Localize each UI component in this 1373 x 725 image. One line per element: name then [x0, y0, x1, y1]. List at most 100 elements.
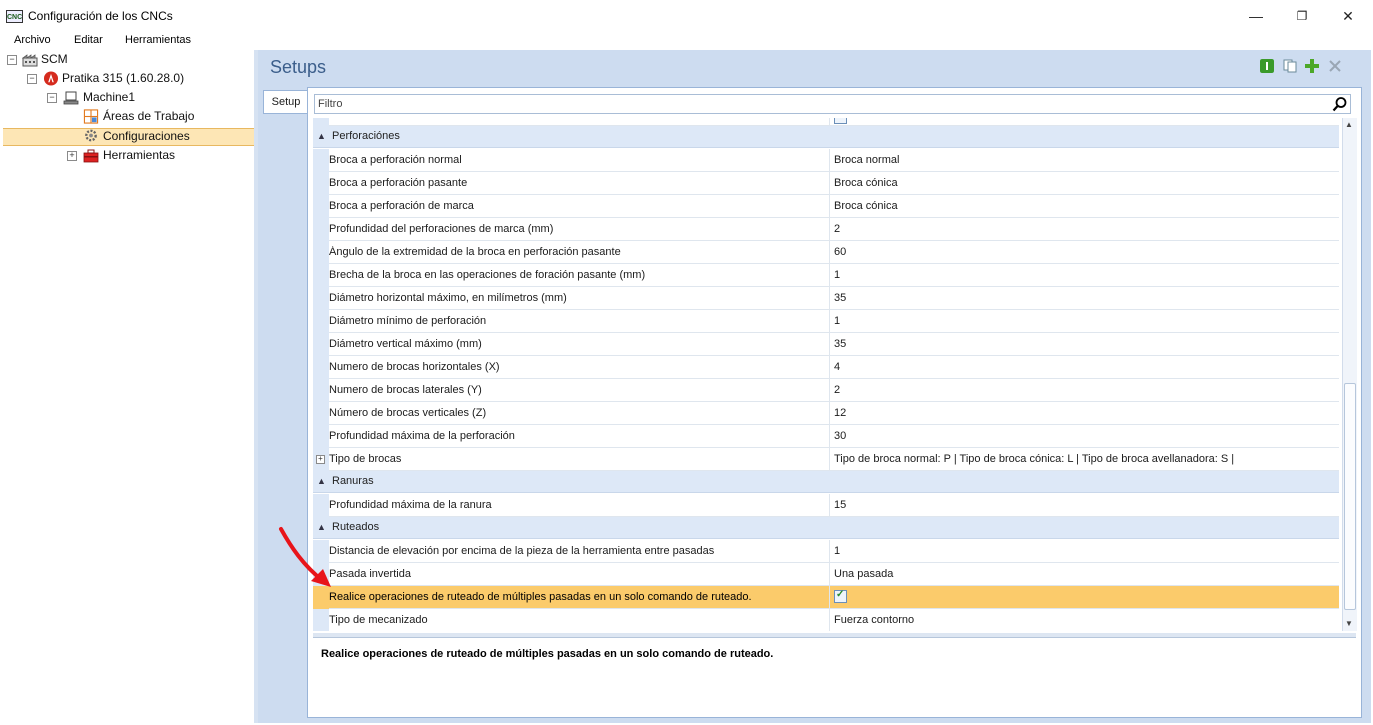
tree-node-machine1[interactable]: Machine1	[83, 88, 135, 106]
tree-node-work-areas[interactable]: Áreas de Trabajo	[103, 107, 194, 125]
property-value[interactable]: Tipo de broca normal: P | Tipo de broca …	[834, 453, 1234, 465]
category-label: Ranuras	[332, 475, 374, 487]
property-value[interactable]: Broca cónica	[834, 200, 898, 212]
collapse-pratika-icon[interactable]: −	[27, 74, 37, 84]
collapse-scm-icon[interactable]: −	[7, 55, 17, 65]
property-row[interactable]: Tipo de mecanizado Fuerza contorno	[313, 609, 1339, 631]
scroll-up-icon[interactable]: ▲	[1345, 120, 1353, 129]
property-name: Brecha de la broca en las operaciones de…	[329, 269, 646, 281]
category-perforaciones[interactable]: ▲ Perforaciónes	[313, 126, 1339, 148]
tab-setup[interactable]: Setup	[263, 90, 308, 114]
vertical-scrollbar[interactable]: ▲ ▼	[1342, 118, 1357, 631]
property-value[interactable]: 12	[834, 407, 846, 419]
collapse-chevron-icon[interactable]: ▲	[317, 131, 326, 141]
row-margin	[313, 379, 329, 402]
property-value[interactable]: 1	[834, 545, 840, 557]
pratika-logo-icon	[43, 71, 59, 86]
close-button[interactable]: ✕	[1325, 0, 1371, 33]
property-row[interactable]: Profundidad del perforaciones de marca (…	[313, 218, 1339, 241]
property-value[interactable]: 30	[834, 430, 846, 442]
configuration-tree: − SCM − Pratika 315 (1.60.28.0) − Machin…	[3, 50, 255, 723]
property-name: Broca a perforación normal	[329, 154, 462, 166]
column-divider	[829, 264, 830, 287]
machine-icon	[63, 91, 79, 105]
category-ruteados[interactable]: ▲ Ruteados	[313, 517, 1339, 539]
collapse-chevron-icon[interactable]: ▲	[317, 476, 326, 486]
cnc-app-icon: CNC	[6, 10, 23, 23]
property-value[interactable]: 35	[834, 338, 846, 350]
row-margin	[313, 494, 329, 517]
row-margin	[313, 287, 329, 310]
property-grid: ▲ Perforaciónes Broca a perforación norm…	[313, 118, 1339, 631]
expand-row-icon[interactable]: +	[316, 455, 325, 464]
property-value[interactable]: Una pasada	[834, 568, 893, 580]
menu-herramientas[interactable]: Herramientas	[125, 34, 191, 46]
property-row[interactable]: Broca a perforación pasante Broca cónica	[313, 172, 1339, 195]
menu-archivo[interactable]: Archivo	[14, 34, 51, 46]
menu-editar[interactable]: Editar	[74, 34, 103, 46]
property-row[interactable]: Broca a perforación normal Broca normal	[313, 149, 1339, 172]
checkmark-icon: ✓	[836, 589, 845, 600]
property-name: Broca a perforación pasante	[329, 177, 468, 189]
property-value[interactable]: 2	[834, 384, 840, 396]
property-row[interactable]: + Tipo de brocas Tipo de broca normal: P |…	[313, 448, 1339, 471]
row-margin	[313, 172, 329, 195]
property-row[interactable]	[313, 118, 1339, 126]
property-value[interactable]: 2	[834, 223, 840, 235]
property-row[interactable]: Broca a perforación de marca Broca cónica	[313, 195, 1339, 218]
scrollbar-thumb[interactable]	[1344, 383, 1356, 610]
property-name: Numero de brocas horizontales (X)	[329, 361, 500, 373]
column-divider	[829, 195, 830, 218]
property-value[interactable]: 35	[834, 292, 846, 304]
property-row[interactable]: Numero de brocas laterales (Y) 2	[313, 379, 1339, 402]
copy-icon[interactable]	[1283, 59, 1297, 73]
checkbox[interactable]	[834, 118, 847, 124]
delete-icon[interactable]	[1328, 59, 1342, 73]
property-value[interactable]: 60	[834, 246, 846, 258]
scroll-down-icon[interactable]: ▼	[1345, 619, 1353, 628]
property-row[interactable]: Realice operaciones de ruteado de múltip…	[313, 586, 1339, 609]
collapse-machine-icon[interactable]: −	[47, 93, 57, 103]
info-icon[interactable]	[1260, 59, 1274, 73]
row-margin	[313, 218, 329, 241]
property-row[interactable]: Diámetro vertical máximo (mm) 35	[313, 333, 1339, 356]
tree-node-herramientas[interactable]: Herramientas	[103, 146, 175, 164]
tree-node-scm[interactable]: SCM	[41, 50, 68, 68]
property-value[interactable]: 1	[834, 269, 840, 281]
category-ranuras[interactable]: ▲ Ranuras	[313, 471, 1339, 493]
tree-node-configuraciones[interactable]: Configuraciones	[103, 127, 190, 145]
tree-node-pratika[interactable]: Pratika 315 (1.60.28.0)	[62, 69, 184, 87]
search-icon[interactable]	[1332, 96, 1348, 112]
property-value[interactable]: 4	[834, 361, 840, 373]
property-row[interactable]: Número de brocas verticales (Z) 12	[313, 402, 1339, 425]
checkbox-checked[interactable]: ✓	[834, 589, 847, 603]
work-areas-icon	[83, 109, 99, 124]
property-row[interactable]: Distancia de elevación por encima de la …	[313, 540, 1339, 563]
property-row[interactable]: Numero de brocas horizontales (X) 4	[313, 356, 1339, 379]
property-row[interactable]: Profundidad máxima de la perforación 30	[313, 425, 1339, 448]
property-value[interactable]: Fuerza contorno	[834, 614, 914, 626]
property-row[interactable]: Diámetro horizontal máximo, en milímetro…	[313, 287, 1339, 310]
property-name: Diámetro mínimo de perforación	[329, 315, 487, 327]
property-value[interactable]: 15	[834, 499, 846, 511]
property-row[interactable]: Pasada invertida Una pasada	[313, 563, 1339, 586]
property-value[interactable]: Broca normal	[834, 154, 899, 166]
expand-herramientas-icon[interactable]: +	[67, 151, 77, 161]
property-row[interactable]: Profundidad máxima de la ranura 15	[313, 494, 1339, 517]
minimize-button[interactable]: —	[1233, 0, 1279, 33]
column-divider	[829, 494, 830, 517]
property-row[interactable]: Diámetro mínimo de perforación 1	[313, 310, 1339, 333]
column-divider	[829, 563, 830, 586]
property-row[interactable]: Ángulo de la extremidad de la broca en p…	[313, 241, 1339, 264]
property-name: Broca a perforación de marca	[329, 200, 474, 212]
property-value[interactable]: 1	[834, 315, 840, 327]
gear-icon	[85, 129, 97, 142]
filter-input[interactable]	[318, 97, 1318, 111]
maximize-button[interactable]: ❐	[1279, 0, 1325, 33]
window-title: Configuración de los CNCs	[28, 9, 173, 23]
column-divider	[829, 172, 830, 195]
factory-icon	[22, 54, 38, 67]
property-row[interactable]: Brecha de la broca en las operaciones de…	[313, 264, 1339, 287]
property-value[interactable]: Broca cónica	[834, 177, 898, 189]
add-icon[interactable]	[1305, 59, 1319, 73]
